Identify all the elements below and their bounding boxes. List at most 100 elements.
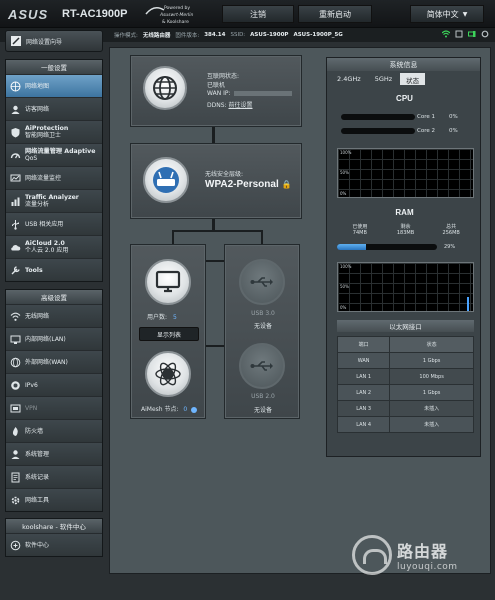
core-2-label: Core 2 — [417, 128, 435, 134]
sidebar-item-traffic-analyzer[interactable]: Traffic Analyzer 流量分析 — [6, 189, 102, 212]
system-log-icon — [10, 472, 21, 483]
usb-status-icon[interactable] — [455, 30, 463, 38]
computer-icon — [145, 259, 191, 305]
ethernet-header-port: 端口 — [336, 336, 391, 353]
sidebar-item-adaptive-qos[interactable]: 网络流量管理 Adaptive QoS — [6, 143, 102, 166]
sidebar-item-traffic-monitor[interactable]: 网络流量监控 — [6, 166, 102, 189]
sidebar-item-wireless[interactable]: 无线网络 — [6, 304, 102, 327]
sidebar-item-label: VPN — [25, 404, 38, 412]
watermark-logo-icon — [352, 535, 392, 575]
sidebar-item-label: 网络流量监控 — [25, 174, 62, 182]
port-status: 1 Gbps — [389, 352, 474, 369]
ssid-value-24g[interactable]: ASUS-1900P — [250, 32, 288, 38]
watermark: 路由器 luyouqi.com — [352, 535, 458, 575]
table-row: LAN 21 Gbps — [336, 384, 474, 401]
advanced-section: 高级设置 无线网络 内部网络(LAN) 外部网络(WAN) IPv6 VPN 防… — [5, 289, 103, 512]
svg-text:Powered by: Powered by — [164, 5, 190, 11]
sidebar-item-network-map[interactable]: 网络地图 — [6, 74, 102, 97]
ssid-value-5g[interactable]: ASUS-1900P_5G — [293, 32, 342, 38]
sidebar-item-guest-network[interactable]: 访客网络 — [6, 97, 102, 120]
ethernet-table: 端口 状态 WAN 1 Gbps LAN 1 100 Mbps LAN 21 Gbp… — [336, 336, 474, 433]
port-status: 100 Mbps — [389, 368, 474, 385]
core-2-percent: 0% — [449, 128, 458, 134]
aimesh-icon — [145, 351, 191, 397]
port-status: 1 Gbps — [389, 384, 474, 401]
sidebar-item-ipv6[interactable]: IPv6 — [6, 373, 102, 396]
sidebar-item-label: 系统记录 — [25, 473, 50, 481]
watermark-url: luyouqi.com — [397, 562, 458, 572]
sidebar-item-vpn[interactable]: VPN — [6, 396, 102, 419]
quick-setup-button[interactable]: 网络设置向导 — [5, 30, 103, 52]
link-status-icon[interactable] — [468, 30, 476, 38]
aimesh-count: 0 — [183, 406, 188, 413]
tab-status[interactable]: 状态 — [400, 73, 426, 85]
port-name: LAN 1 — [336, 368, 391, 385]
traffic-analyzer-icon — [10, 196, 21, 207]
sidebar-item-aiprotection[interactable]: AiProtection 智能网络卫士 — [6, 120, 102, 143]
ram-total-label: 总共 — [446, 224, 457, 230]
aimesh-label: AiMesh 节点: — [141, 406, 179, 413]
router-icon — [143, 157, 189, 203]
sidebar-item-label: 防火墙 — [25, 427, 44, 435]
tab-5ghz[interactable]: 5GHz — [369, 73, 398, 85]
tab-2-4ghz[interactable]: 2.4GHz — [331, 73, 367, 85]
clients-card[interactable]: 用户数: 5 显示列表 AiMesh 节点: 0 — [130, 244, 206, 419]
system-info-title: 系统信息 — [327, 58, 480, 71]
sidebar-item-label: 网络工具 — [25, 496, 50, 504]
reboot-button[interactable]: 重新启动 — [298, 5, 372, 23]
sidebar: 网络设置向导 一般设置 网络地图 访客网络 AiProtection 智能网络卫士… — [5, 30, 103, 557]
port-name: WAN — [336, 352, 391, 369]
network-tools-icon — [10, 495, 21, 506]
lan-icon — [10, 334, 21, 345]
graph-label-mid: 50% — [340, 284, 349, 289]
settings-status-icon[interactable] — [481, 30, 489, 38]
graph-label-top: 100% — [340, 150, 352, 155]
system-info-tabs: 2.4GHz 5GHz 状态 — [327, 71, 480, 85]
ram-usage-fill — [337, 244, 366, 250]
ram-stats: 已使用 剩余 总共 74MB 183MB 256MB — [337, 223, 474, 236]
koolshare-section: koolshare - 软件中心 软件中心 — [5, 518, 103, 557]
help-icon[interactable] — [191, 406, 198, 413]
connector-line — [261, 230, 263, 244]
connector-line — [206, 345, 224, 347]
language-select[interactable]: 简体中文 ▼ — [410, 5, 484, 23]
sidebar-item-sublabel: 个人云 2.0 应用 — [25, 247, 69, 254]
ram-graph-spike — [467, 297, 469, 311]
sidebar-item-aicloud[interactable]: AiCloud 2.0 个人云 2.0 应用 — [6, 235, 102, 258]
sidebar-item-administration[interactable]: 系统管理 — [6, 442, 102, 465]
graph-label-bottom: 0% — [340, 191, 347, 196]
router-security-card[interactable]: 无线安全层级: WPA2-Personal 🔒 — [130, 143, 302, 219]
sidebar-item-sublabel: 流量分析 — [25, 201, 50, 208]
logout-button[interactable]: 注销 — [222, 5, 294, 23]
sidebar-item-wan[interactable]: 外部网络(WAN) — [6, 350, 102, 373]
port-name: LAN 2 — [336, 384, 391, 401]
network-map-icon — [10, 81, 21, 92]
ddns-link[interactable]: 前往设置 — [228, 102, 252, 109]
sidebar-item-label: Traffic Analyzer — [25, 194, 79, 201]
asus-logo[interactable]: ASUS — [8, 7, 48, 22]
sidebar-item-sublabel: 智能网络卫士 — [25, 132, 62, 139]
mode-value[interactable]: 无线路由器 — [143, 31, 171, 39]
table-row: LAN 4 未插入 — [336, 416, 474, 433]
wand-icon — [10, 35, 22, 47]
connector-line — [206, 260, 224, 262]
sidebar-item-usb-apps[interactable]: USB 相关应用 — [6, 212, 102, 235]
usb-apps-icon — [10, 219, 21, 230]
sidebar-item-network-tools[interactable]: 网络工具 — [6, 488, 102, 511]
sidebar-item-firewall[interactable]: 防火墙 — [6, 419, 102, 442]
usb-3-icon — [239, 259, 285, 305]
wifi-icon[interactable] — [441, 30, 451, 38]
firmware-value[interactable]: 384.14 — [204, 32, 225, 38]
internet-status-card[interactable]: 互联网状态: 已联机 WAN IP: DDNS: 前往设置 — [130, 55, 302, 127]
graph-label-bottom: 0% — [340, 305, 347, 310]
sidebar-item-system-log[interactable]: 系统记录 — [6, 465, 102, 488]
firmware-label: 固件版本: — [175, 33, 200, 39]
view-list-button[interactable]: 显示列表 — [139, 327, 199, 341]
general-header: 一般设置 — [6, 60, 102, 74]
software-center-icon — [10, 540, 21, 551]
sidebar-item-lan[interactable]: 内部网络(LAN) — [6, 327, 102, 350]
sidebar-item-tools[interactable]: Tools — [6, 258, 102, 281]
quick-setup-label: 网络设置向导 — [26, 38, 63, 46]
sidebar-item-software-center[interactable]: 软件中心 — [6, 533, 102, 556]
usb-card[interactable]: USB 3.0 无设备 USB 2.0 无设备 — [224, 244, 300, 419]
